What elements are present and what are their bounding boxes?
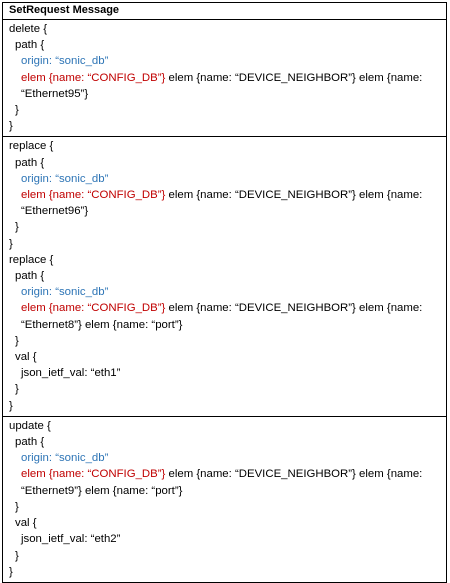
origin-line: origin: “sonic_db”	[21, 172, 109, 185]
code-line: }	[15, 383, 19, 396]
elem-line: elem {name: “CONFIG_DB”} elem {name: “DE…	[9, 466, 440, 498]
val-line: json_ietf_val: “eth2”	[21, 533, 121, 546]
code-line: path {	[15, 39, 45, 52]
val-line: json_ietf_val: “eth1”	[21, 367, 121, 380]
code-line: }	[15, 104, 19, 117]
code-line: }	[15, 549, 19, 562]
table-header: SetRequest Message	[2, 2, 447, 20]
code-line: }	[9, 399, 13, 412]
elem-line: elem {name: “CONFIG_DB”} elem {name: “DE…	[9, 300, 440, 332]
delete-block: delete { path { origin: “sonic_db” elem …	[2, 18, 447, 138]
config-db-elem: elem {name: “CONFIG_DB”}	[21, 302, 166, 315]
code-line: val {	[15, 351, 37, 364]
code-line: path {	[15, 270, 45, 283]
replace-block: replace { path { origin: “sonic_db” elem…	[2, 136, 447, 417]
code-line: update {	[9, 419, 51, 432]
update-block: update { path { origin: “sonic_db” elem …	[2, 415, 447, 583]
elem-line: elem {name: “CONFIG_DB”} elem {name: “DE…	[9, 187, 440, 219]
code-line: }	[15, 500, 19, 513]
config-db-elem: elem {name: “CONFIG_DB”}	[21, 71, 166, 84]
code-line: }	[9, 120, 13, 133]
elem-line: elem {name: “CONFIG_DB”} elem {name: “DE…	[9, 70, 440, 102]
code-line: replace {	[9, 253, 54, 266]
code-line: }	[15, 334, 19, 347]
origin-line: origin: “sonic_db”	[21, 452, 109, 465]
code-line: }	[15, 221, 19, 234]
origin-line: origin: “sonic_db”	[21, 286, 109, 299]
code-line: path {	[15, 156, 45, 169]
config-db-elem: elem {name: “CONFIG_DB”}	[21, 468, 166, 481]
config-db-elem: elem {name: “CONFIG_DB”}	[21, 189, 166, 202]
code-line: delete {	[9, 23, 48, 35]
code-line: val {	[15, 517, 37, 530]
setrequest-table: SetRequest Message delete { path { origi…	[2, 2, 447, 583]
code-line: }	[9, 237, 13, 250]
code-line: path {	[15, 436, 45, 449]
code-line: replace {	[9, 140, 54, 153]
origin-line: origin: “sonic_db”	[21, 55, 109, 68]
code-line: }	[9, 565, 13, 578]
